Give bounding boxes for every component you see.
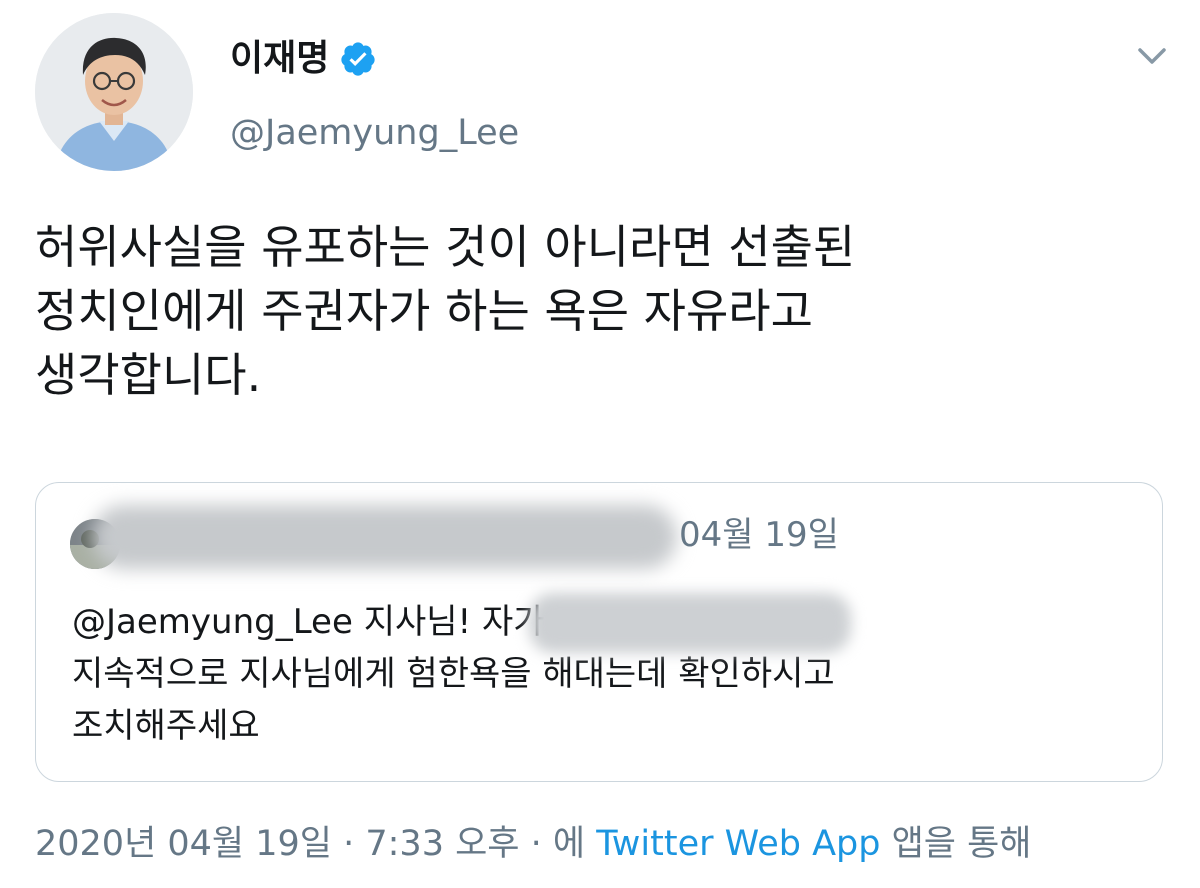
tweet-metadata: 2020년 04월 19일 · 7:33 오후 · 에 Twitter Web … [35, 820, 1032, 868]
redacted-name [529, 593, 851, 653]
tweet-timestamp[interactable]: 2020년 04월 19일 · 7:33 오후 · 에 [35, 824, 596, 864]
quoted-tweet-date: 04월 19일 [679, 515, 839, 555]
author-handle[interactable]: @Jaemyung_Lee [230, 110, 519, 156]
source-suffix: 앱을 통해 [880, 824, 1032, 864]
tweet-menu-button[interactable] [1130, 40, 1174, 74]
source-app-link[interactable]: Twitter Web App [596, 824, 880, 864]
redacted-author-info [92, 505, 677, 569]
profile-photo-icon [35, 13, 193, 171]
tweet-text: 허위사실을 유포하는 것이 아니라면 선출된 정치인에게 주권자가 하는 욕은 … [35, 220, 856, 402]
verified-badge-icon [341, 42, 375, 76]
avatar[interactable] [35, 13, 193, 171]
chevron-down-icon [1138, 48, 1166, 64]
author-name-row: 이재명 [230, 35, 377, 83]
quoted-tweet[interactable]: 04월 19일 @Jaemyung_Lee 지사님! 자가 지속적으로 지사님에… [35, 482, 1163, 782]
display-name[interactable]: 이재명 [230, 35, 329, 83]
